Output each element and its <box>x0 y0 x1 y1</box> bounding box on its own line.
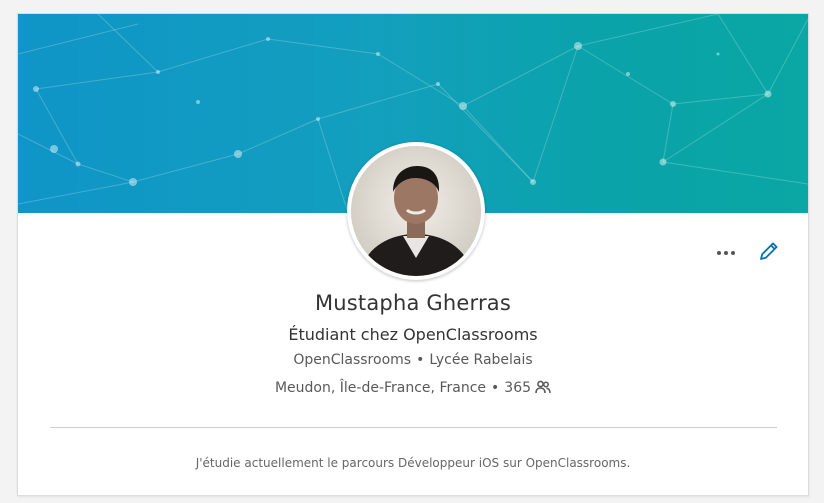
person-silhouette <box>351 146 481 276</box>
experience-education-line: OpenClassrooms • Lycée Rabelais <box>18 352 808 368</box>
more-horizontal-icon <box>717 251 721 255</box>
connections-count: 365 <box>504 380 532 396</box>
profile-name: Mustapha Gherras <box>314 291 512 315</box>
edit-profile-button[interactable] <box>757 239 781 263</box>
profile-summary[interactable]: J'étudie actuellement le parcours Dévelo… <box>18 456 808 470</box>
location-connections-line: Meudon, Île-de-France, France • 365 <box>18 380 808 396</box>
profile-headline: Étudiant chez OpenClassrooms <box>288 325 538 344</box>
location: Meudon, Île-de-France, France <box>274 380 487 396</box>
connections-link[interactable]: 365 <box>504 380 551 396</box>
profile-card: Mustapha Gherras Étudiant chez OpenClass… <box>17 13 809 496</box>
separator-dot: • <box>416 352 425 368</box>
more-actions-button[interactable] <box>713 245 739 261</box>
divider <box>50 427 777 428</box>
separator-dot: • <box>491 380 500 396</box>
profile-photo[interactable] <box>347 142 485 280</box>
current-company-link[interactable]: OpenClassrooms <box>293 352 411 368</box>
people-icon <box>535 380 551 394</box>
school-link[interactable]: Lycée Rabelais <box>429 352 532 368</box>
pencil-icon <box>760 242 778 260</box>
